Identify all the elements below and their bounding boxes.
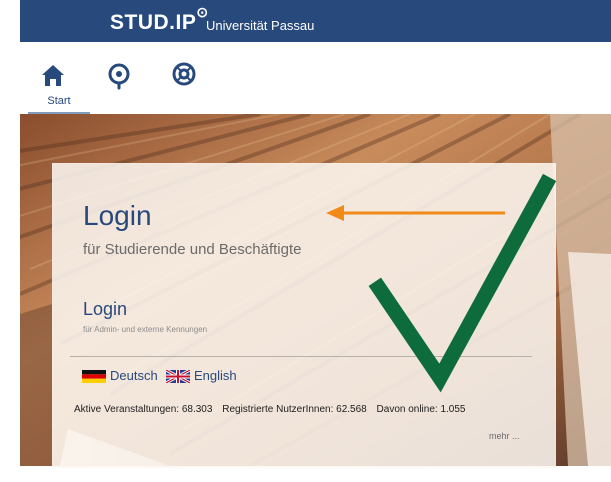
online-users-stat: Davon online: 1.055 bbox=[376, 404, 466, 415]
admin-login-link[interactable]: Login bbox=[83, 299, 127, 320]
language-deutsch[interactable]: Deutsch bbox=[82, 368, 158, 384]
language-english[interactable]: English bbox=[166, 368, 237, 384]
uk-flag-icon bbox=[166, 370, 190, 384]
registered-users-stat: Registrierte NutzerInnen: 62.568 bbox=[222, 404, 367, 415]
nav-start-label: Start bbox=[47, 95, 71, 107]
university-name: Universität Passau bbox=[206, 18, 315, 33]
top-header: STUD.IP⊙ Universität Passau bbox=[20, 0, 611, 42]
nav-studip[interactable] bbox=[104, 60, 134, 100]
nav-start[interactable]: Start bbox=[38, 60, 71, 107]
statistics-line: Aktive Veranstaltungen: 68.303 Registrie… bbox=[74, 404, 473, 415]
login-title[interactable]: Login bbox=[83, 200, 152, 232]
active-courses-stat: Aktive Veranstaltungen: 68.303 bbox=[74, 404, 213, 415]
germany-flag-icon bbox=[82, 370, 106, 384]
admin-login-subtitle: für Admin- und externe Kennungen bbox=[83, 325, 208, 334]
language-english-label: English bbox=[194, 368, 237, 383]
studip-icon bbox=[108, 63, 130, 90]
card-divider bbox=[70, 356, 532, 357]
nav-help[interactable] bbox=[169, 60, 199, 100]
more-link[interactable]: mehr ... bbox=[489, 431, 520, 441]
login-subtitle: für Studierende und Beschäftigte bbox=[83, 241, 302, 258]
language-deutsch-label: Deutsch bbox=[110, 368, 158, 383]
login-card: Login für Studierende und Beschäftigte L… bbox=[52, 163, 556, 468]
main-navigation: Start bbox=[20, 42, 611, 115]
studip-logo[interactable]: STUD.IP⊙ bbox=[110, 4, 209, 35]
help-icon bbox=[172, 62, 196, 86]
home-icon bbox=[42, 65, 64, 86]
